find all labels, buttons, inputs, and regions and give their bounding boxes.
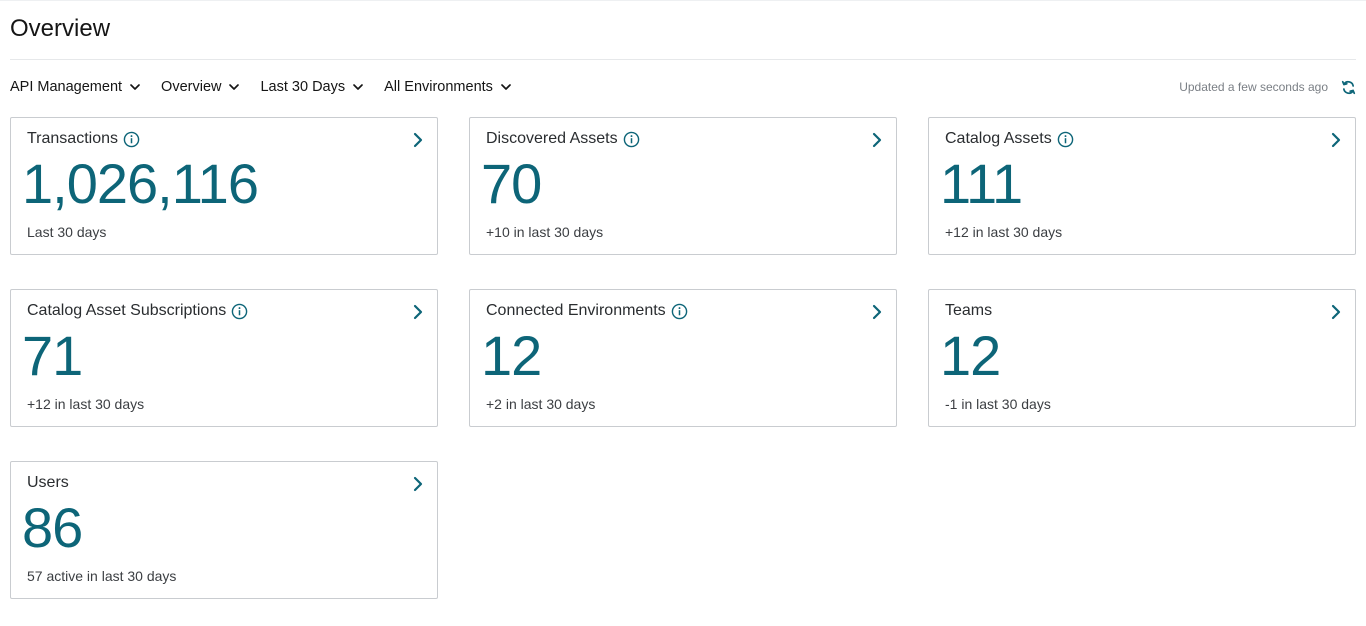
- filter-label: All Environments: [384, 79, 493, 95]
- chevron-right-icon[interactable]: [871, 304, 883, 320]
- card-teams[interactable]: Teams 12 -1 in last 30 days: [928, 289, 1356, 427]
- page-title: Overview: [10, 15, 111, 42]
- refresh-icon[interactable]: [1340, 79, 1357, 96]
- metric-value: 86: [22, 496, 83, 559]
- card-users[interactable]: Users 86 57 active in last 30 days: [10, 461, 438, 599]
- filter-label: Overview: [161, 79, 222, 95]
- filter-view[interactable]: Overview: [161, 76, 240, 98]
- chevron-down-icon: [500, 81, 512, 93]
- filter-api-management[interactable]: API Management: [10, 76, 141, 98]
- chevron-right-icon[interactable]: [412, 132, 424, 148]
- filter-label: API Management: [10, 79, 123, 95]
- filter-time-range[interactable]: Last 30 Days: [260, 76, 364, 98]
- card-title-label: Catalog Assets: [945, 130, 1052, 147]
- chevron-right-icon[interactable]: [412, 304, 424, 320]
- card-title-label: Users: [27, 474, 69, 491]
- chevron-right-icon[interactable]: [871, 132, 883, 148]
- card-catalog-assets[interactable]: Catalog Assets 111 +12 in last 30 days: [928, 117, 1356, 255]
- filter-bar: API Management Overview Last 30 Days All…: [10, 76, 532, 98]
- card-title: Teams: [945, 301, 992, 321]
- overview-page: Overview API Management Overview Last 30…: [0, 0, 1366, 626]
- card-title-label: Connected Environments: [486, 302, 666, 319]
- metric-subtext: +2 in last 30 days: [486, 396, 596, 412]
- info-icon[interactable]: [1057, 131, 1074, 148]
- metric-subtext: +12 in last 30 days: [945, 224, 1063, 240]
- card-title-label: Discovered Assets: [486, 130, 618, 147]
- info-icon[interactable]: [623, 131, 640, 148]
- chevron-right-icon[interactable]: [412, 476, 424, 492]
- info-icon[interactable]: [231, 303, 248, 320]
- metric-value: 70: [481, 152, 542, 215]
- metric-subtext: +12 in last 30 days: [27, 396, 145, 412]
- card-title-label: Transactions: [27, 130, 118, 147]
- top-border: [0, 0, 1366, 1]
- chevron-down-icon: [352, 81, 364, 93]
- card-title: Users: [27, 473, 69, 493]
- card-title: Connected Environments: [486, 301, 688, 321]
- metric-subtext: Last 30 days: [27, 224, 107, 240]
- card-transactions[interactable]: Transactions 1,026,116 Last 30 days: [10, 117, 438, 255]
- card-title-label: Teams: [945, 302, 993, 319]
- metric-value: 71: [22, 324, 83, 387]
- info-icon[interactable]: [123, 131, 140, 148]
- metric-value: 111: [940, 152, 1023, 215]
- metric-subtext: 57 active in last 30 days: [27, 568, 177, 584]
- info-icon[interactable]: [671, 303, 688, 320]
- card-discovered-assets[interactable]: Discovered Assets 70 +10 in last 30 days: [469, 117, 897, 255]
- metric-value: 12: [940, 324, 1001, 387]
- card-title: Catalog Assets: [945, 129, 1074, 149]
- card-title-label: Catalog Asset Subscriptions: [27, 302, 227, 319]
- card-title: Discovered Assets: [486, 129, 640, 149]
- filter-label: Last 30 Days: [260, 79, 346, 95]
- card-connected-environments[interactable]: Connected Environments 12 +2 in last 30 …: [469, 289, 897, 427]
- metric-value: 1,026,116: [22, 152, 259, 215]
- chevron-down-icon: [228, 81, 240, 93]
- updated-status: Updated a few seconds ago: [1179, 80, 1328, 94]
- metric-subtext: +10 in last 30 days: [486, 224, 604, 240]
- card-catalog-asset-subscriptions[interactable]: Catalog Asset Subscriptions 71 +12 in la…: [10, 289, 438, 427]
- chevron-right-icon[interactable]: [1330, 304, 1342, 320]
- filter-environments[interactable]: All Environments: [384, 76, 512, 98]
- metric-value: 12: [481, 324, 542, 387]
- card-title: Transactions: [27, 129, 140, 149]
- metric-subtext: -1 in last 30 days: [945, 396, 1051, 412]
- card-title: Catalog Asset Subscriptions: [27, 301, 248, 321]
- chevron-down-icon: [129, 81, 141, 93]
- chevron-right-icon[interactable]: [1330, 132, 1342, 148]
- title-divider: [10, 59, 1356, 60]
